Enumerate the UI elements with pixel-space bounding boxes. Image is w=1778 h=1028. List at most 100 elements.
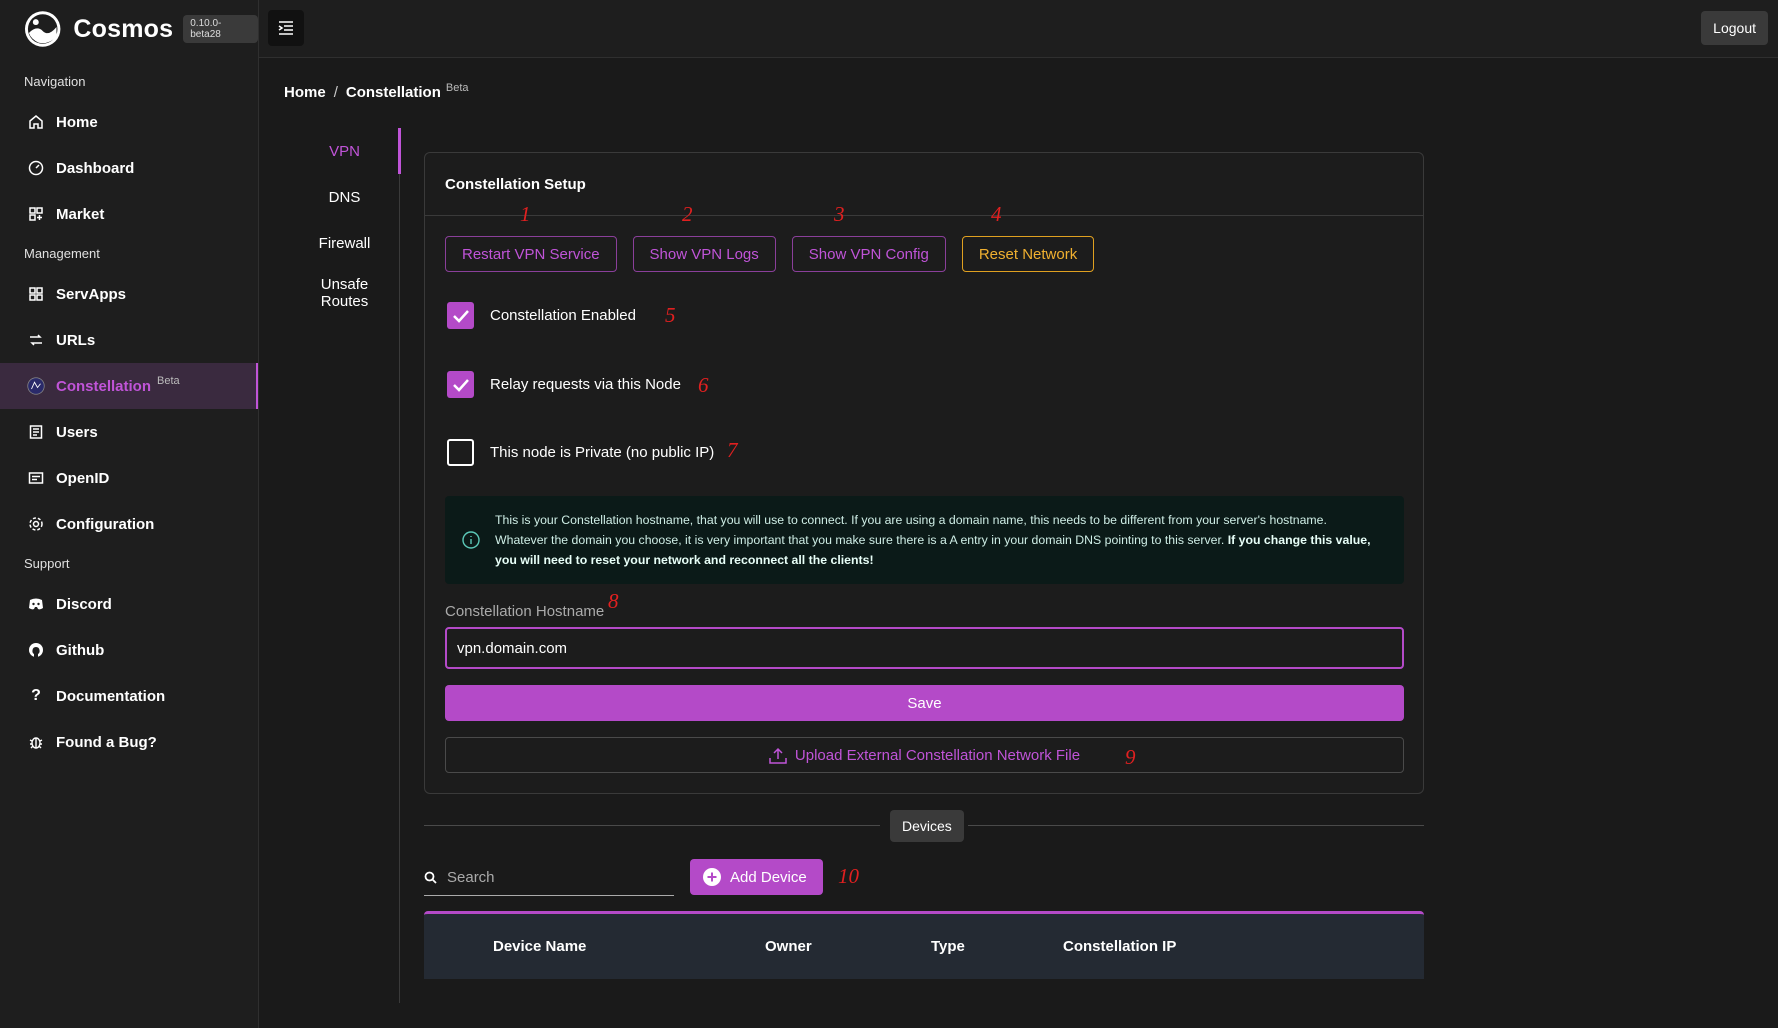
annotation-7: 7	[727, 438, 738, 462]
annotation-1: 1	[520, 202, 531, 226]
sidebar-item-urls[interactable]: URLs	[0, 317, 258, 363]
sidebar-item-label: Documentation	[56, 687, 166, 705]
tab-unsafe-routes[interactable]: Unsafe Routes	[290, 266, 399, 320]
search-input[interactable]	[447, 869, 667, 886]
home-icon	[27, 113, 45, 131]
info-text: This is your Constellation hostname, tha…	[495, 510, 1382, 570]
sidebar-item-label: Github	[56, 641, 105, 659]
upload-network-file-button[interactable]: Upload External Constellation Network Fi…	[445, 737, 1404, 773]
device-search	[424, 860, 674, 896]
show-vpn-config-button[interactable]: Show VPN Config	[791, 236, 946, 272]
annotation-8: 8	[608, 589, 619, 613]
check-icon	[452, 378, 469, 392]
sidebar-item-label: Users	[56, 423, 98, 441]
sidebar-item-label: Found a Bug?	[56, 733, 157, 751]
question-icon: ?	[31, 687, 41, 704]
hostname-input[interactable]	[445, 627, 1404, 669]
breadcrumb-separator: /	[333, 84, 338, 101]
sidebar-item-servapps[interactable]: ServApps	[0, 271, 258, 317]
upload-icon	[769, 747, 787, 764]
sidebar-item-label: Constellation	[56, 377, 152, 395]
sidebar-item-label: URLs	[56, 331, 96, 349]
sidebar-item-label: Configuration	[56, 515, 155, 533]
checkbox-label: Constellation Enabled	[490, 307, 636, 324]
sidebar-item-found-a-bug[interactable]: Found a Bug?	[0, 719, 258, 765]
annotation-5: 5	[665, 303, 676, 327]
tab-firewall[interactable]: Firewall	[290, 220, 399, 266]
checkbox-label: This node is Private (no public IP)	[490, 444, 715, 461]
search-icon	[424, 871, 437, 884]
breadcrumb-current: Constellation	[345, 84, 441, 101]
app-name: Cosmos	[73, 14, 174, 43]
tab-label: Unsafe Routes	[320, 276, 369, 310]
card-title: Constellation Setup	[425, 153, 1423, 216]
menu-toggle-button[interactable]	[268, 10, 304, 46]
tab-vpn[interactable]: VPN	[290, 128, 401, 174]
servapps-icon	[27, 285, 45, 303]
beta-badge: Beta	[157, 375, 180, 387]
sidebar-item-documentation[interactable]: ? Documentation	[0, 673, 258, 719]
column-constellation-ip[interactable]: Constellation IP	[1063, 914, 1176, 979]
version-badge: 0.10.0-beta28	[183, 15, 258, 43]
bug-icon	[27, 733, 45, 751]
restart-vpn-button[interactable]: Restart VPN Service	[445, 236, 617, 272]
sidebar: Cosmos 0.10.0-beta28 Navigation Home Das…	[0, 0, 259, 1028]
constellation-tabs: VPN DNS Firewall Unsafe Routes	[290, 128, 401, 1003]
github-icon	[27, 641, 45, 659]
menu-icon	[278, 21, 293, 35]
sidebar-item-configuration[interactable]: Configuration	[0, 501, 258, 547]
discord-icon	[27, 595, 45, 613]
relay-requests-checkbox[interactable]	[447, 371, 474, 398]
annotation-2: 2	[682, 202, 693, 226]
column-type[interactable]: Type	[931, 914, 965, 979]
constellation-enabled-checkbox[interactable]	[447, 302, 474, 329]
add-device-button[interactable]: Add Device	[690, 859, 823, 895]
sidebar-item-home[interactable]: Home	[0, 99, 258, 145]
private-node-row: This node is Private (no public IP)	[447, 439, 714, 466]
brand[interactable]: Cosmos 0.10.0-beta28	[0, 0, 258, 58]
dashboard-icon	[27, 159, 45, 177]
tab-dns[interactable]: DNS	[290, 174, 399, 220]
topbar: Logout	[259, 0, 1778, 58]
info-icon	[462, 531, 480, 549]
sidebar-item-github[interactable]: Github	[0, 627, 258, 673]
column-owner[interactable]: Owner	[765, 914, 812, 979]
vpn-actions: Restart VPN Service Show VPN Logs Show V…	[445, 236, 1095, 272]
urls-icon	[27, 331, 45, 349]
sidebar-item-users[interactable]: Users	[0, 409, 258, 455]
relay-requests-row: Relay requests via this Node	[447, 371, 681, 398]
breadcrumb-home[interactable]: Home	[284, 84, 326, 101]
annotation-6: 6	[698, 373, 709, 397]
save-button[interactable]: Save	[445, 685, 1404, 721]
cosmos-logo-icon	[24, 11, 61, 47]
annotation-10: 10	[838, 864, 859, 888]
section-support: Support	[24, 556, 70, 571]
checkbox-label: Relay requests via this Node	[490, 376, 681, 393]
plus-circle-icon	[703, 868, 721, 886]
info-text-normal: This is your Constellation hostname, tha…	[495, 513, 1327, 547]
logout-button[interactable]: Logout	[1701, 11, 1768, 45]
reset-network-button[interactable]: Reset Network	[961, 236, 1095, 272]
check-icon	[452, 309, 469, 323]
gear-icon	[27, 515, 45, 533]
add-device-label: Add Device	[730, 868, 807, 886]
sidebar-item-label: Market	[56, 205, 105, 223]
sidebar-item-discord[interactable]: Discord	[0, 581, 258, 627]
devices-table-header: Device Name Owner Type Constellation IP	[424, 911, 1424, 979]
section-navigation: Navigation	[24, 74, 86, 89]
column-device-name[interactable]: Device Name	[493, 914, 586, 979]
section-management: Management	[24, 246, 100, 261]
show-vpn-logs-button[interactable]: Show VPN Logs	[632, 236, 776, 272]
sidebar-item-constellation[interactable]: Constellation Beta	[0, 363, 258, 409]
breadcrumb: Home / Constellation Beta	[284, 82, 469, 101]
sidebar-item-openid[interactable]: OpenID	[0, 455, 258, 501]
divider-right	[968, 825, 1424, 826]
divider-left	[424, 825, 880, 826]
sidebar-item-market[interactable]: Market	[0, 191, 258, 237]
openid-icon	[27, 469, 45, 487]
private-node-checkbox[interactable]	[447, 439, 474, 466]
hostname-info-alert: This is your Constellation hostname, tha…	[445, 496, 1404, 584]
annotation-9: 9	[1125, 745, 1136, 769]
constellation-icon	[27, 377, 45, 395]
sidebar-item-dashboard[interactable]: Dashboard	[0, 145, 258, 191]
